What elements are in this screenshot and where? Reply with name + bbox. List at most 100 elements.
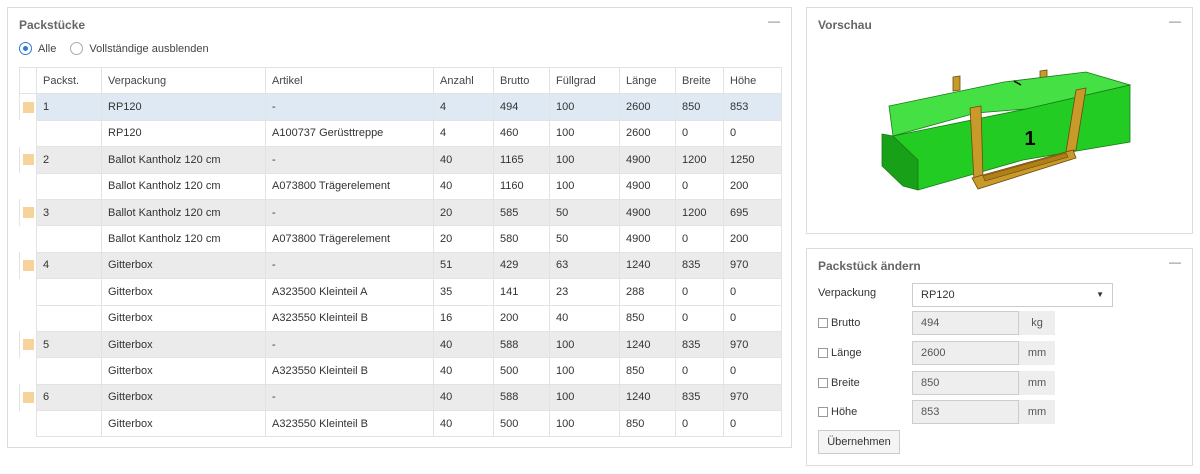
laenge-input[interactable]: 2600 [912, 341, 1019, 365]
3d-preview-canvas[interactable]: 1 [808, 38, 1192, 232]
column-header[interactable]: Länge [619, 66, 676, 95]
table-cell: 850 [675, 93, 724, 121]
table-cell: 40 [433, 146, 494, 174]
packstuecke-panel: Packstücke — Alle Vollständige ausblende… [7, 7, 792, 448]
radio-vollstaendige-ausblenden[interactable]: Vollständige ausblenden [70, 42, 209, 55]
brutto-label: Brutto [831, 317, 861, 329]
table-cell: 100 [549, 357, 620, 385]
column-header[interactable]: Höhe [723, 66, 782, 95]
table-row-artikel[interactable]: Gitterbox A323550 Kleinteil B 16 200 40 850 0 0 [19, 304, 782, 332]
table-cell: 0 [675, 278, 724, 306]
table-cell [36, 304, 102, 332]
table-row-packstueck[interactable]: 5 Gitterbox -40 588 100 1240 835 970 [19, 330, 782, 359]
verpackung-select-value: RP120 [921, 289, 955, 301]
table-row-artikel[interactable]: Gitterbox A323550 Kleinteil B 40 500 100 850 0… [19, 410, 782, 438]
table-cell [36, 410, 102, 438]
radio-alle[interactable]: Alle [19, 42, 56, 55]
breite-input[interactable]: 850 [912, 371, 1019, 395]
table-cell: 100 [549, 93, 620, 121]
table-cell: 200 [723, 225, 782, 253]
checkbox-icon[interactable] [818, 407, 828, 417]
table-row-artikel[interactable]: Ballot Kantholz 120 cm A073800 Trägerelem… [19, 172, 782, 200]
packstueck-aendern-panel: Packstück ändern — Verpackung RP120 ▼ Br… [806, 248, 1193, 466]
table-cell: Gitterbox [101, 383, 266, 412]
table-row-artikel[interactable]: Ballot Kantholz 120 cm A073800 Trägerelem… [19, 225, 782, 253]
table-row-artikel[interactable]: RP120 A100737 Gerüsttreppe 4 460 100 2600 0 0 [19, 119, 782, 148]
row-marker-cell [19, 384, 37, 411]
brutto-unit: kg [1019, 311, 1055, 335]
table-cell: 1250 [723, 146, 782, 174]
table-cell: 850 [619, 357, 676, 385]
brutto-input[interactable]: 494 [912, 311, 1019, 335]
uebernehmen-button[interactable]: Übernehmen [818, 430, 900, 454]
radio-checked-icon[interactable] [19, 42, 32, 55]
table-cell: 0 [675, 410, 724, 438]
breite-checkbox-row[interactable]: Breite [818, 377, 860, 389]
table-cell: 4 [433, 93, 494, 121]
table-cell: 35 [433, 278, 494, 306]
collapse-icon[interactable]: — [1168, 255, 1182, 269]
table-cell: - [265, 93, 434, 121]
table-cell: A100737 Gerüsttreppe [265, 119, 434, 148]
table-cell: 100 [549, 410, 620, 438]
table-cell: 4900 [619, 146, 676, 174]
laenge-label: Länge [831, 347, 862, 359]
box-number-label: 1 [1024, 128, 1035, 150]
hoehe-input[interactable]: 853 [912, 400, 1019, 424]
table-cell: 0 [675, 357, 724, 385]
table-cell: 695 [723, 198, 782, 227]
table-row-packstueck[interactable]: 4 Gitterbox -51 429 63 1240 835 970 [19, 251, 782, 280]
table-cell: A073800 Trägerelement [265, 225, 434, 253]
radio-unchecked-icon[interactable] [70, 42, 84, 55]
hoehe-checkbox-row[interactable]: Höhe [818, 406, 857, 418]
table-cell: 580 [493, 225, 550, 253]
brutto-checkbox-row[interactable]: Brutto [818, 317, 860, 329]
row-marker-cell [19, 252, 37, 279]
table-cell [36, 357, 102, 385]
column-header[interactable]: Brutto [493, 66, 550, 95]
table-row-packstueck[interactable]: 1 RP120-4 494 100 2600 850 853 [19, 93, 782, 121]
table-cell: RP120 [101, 119, 266, 148]
table-cell: 853 [723, 93, 782, 121]
table-row-artikel[interactable]: Gitterbox A323550 Kleinteil B 40 500 100 850 0… [19, 357, 782, 385]
collapse-icon[interactable]: — [1168, 14, 1182, 28]
checkbox-icon[interactable] [818, 378, 828, 388]
checkbox-icon[interactable] [818, 348, 828, 358]
table-cell: 3 [36, 198, 102, 227]
table-cell: A073800 Trägerelement [265, 172, 434, 200]
filter-radio-group: Alle Vollständige ausblenden [19, 42, 223, 55]
table-cell: - [265, 198, 434, 227]
column-header[interactable]: Verpackung [101, 66, 266, 95]
table-cell: - [265, 330, 434, 359]
column-header[interactable]: Packst. [36, 66, 102, 95]
column-header[interactable]: Breite [675, 66, 724, 95]
verpackung-label: Verpackung [818, 287, 877, 299]
table-cell: 850 [619, 410, 676, 438]
table-row-packstueck[interactable]: 2 Ballot Kantholz 120 cm -40 1165 100 4900 120… [19, 146, 782, 174]
table-cell: 588 [493, 330, 550, 359]
laenge-checkbox-row[interactable]: Länge [818, 347, 862, 359]
column-header[interactable]: Anzahl [433, 66, 494, 95]
checkbox-icon[interactable] [818, 318, 828, 328]
column-header[interactable]: Artikel [265, 66, 434, 95]
table-cell: 588 [493, 383, 550, 412]
collapse-icon[interactable]: — [767, 14, 781, 28]
row-marker-cell [19, 120, 37, 147]
table-cell: A323550 Kleinteil B [265, 410, 434, 438]
table-cell: 40 [433, 383, 494, 412]
table-cell: Gitterbox [101, 251, 266, 280]
table-row-artikel[interactable]: Gitterbox A323500 Kleinteil A 35 141 23 288 0 0 [19, 278, 782, 306]
column-header[interactable]: Füllgrad [549, 66, 620, 95]
table-row-packstueck[interactable]: 6 Gitterbox -40 588 100 1240 835 970 [19, 383, 782, 412]
table-cell: 0 [723, 119, 782, 148]
table-cell: Ballot Kantholz 120 cm [101, 146, 266, 174]
table-cell: 429 [493, 251, 550, 280]
table-cell: A323550 Kleinteil B [265, 357, 434, 385]
table-cell: 1240 [619, 383, 676, 412]
table-cell: 1240 [619, 251, 676, 280]
verpackung-select[interactable]: RP120 ▼ [912, 283, 1113, 307]
table-cell: 1 [36, 93, 102, 121]
table-cell: Gitterbox [101, 410, 266, 438]
table-row-packstueck[interactable]: 3 Ballot Kantholz 120 cm -20 585 50 4900 1200 6… [19, 198, 782, 227]
table-cell: 40 [549, 304, 620, 332]
